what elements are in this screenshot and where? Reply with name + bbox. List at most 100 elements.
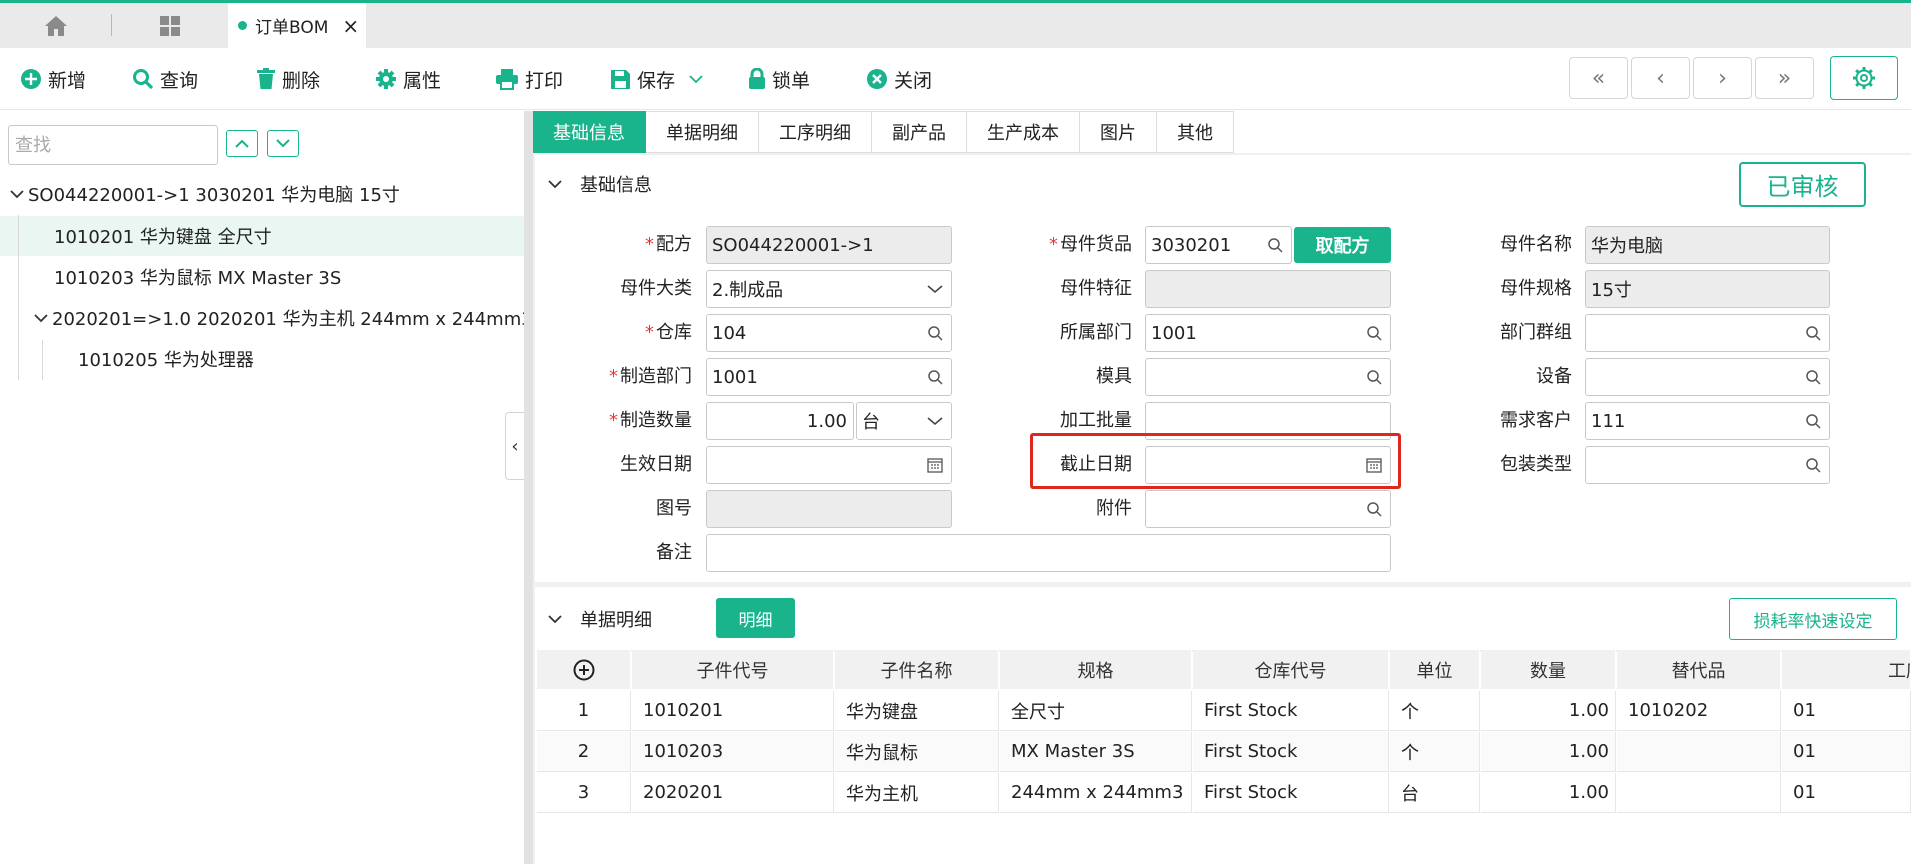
cell-child-code[interactable]: 1010203 xyxy=(632,732,834,772)
collapse-panel-button[interactable]: ‹ xyxy=(505,412,524,480)
lock-button[interactable]: 锁单 xyxy=(748,64,810,94)
tree-node-root[interactable]: SO044220001->1 3030201 华为电脑 15寸 xyxy=(10,173,400,214)
formula-field[interactable]: SO044220001->1 xyxy=(706,226,952,264)
cell-warehouse[interactable]: First Stock xyxy=(1193,773,1389,813)
cell-spec[interactable]: 全尺寸 xyxy=(1000,691,1192,731)
mfg-qty-label: * 制造数量 xyxy=(609,410,692,431)
col-qty[interactable]: 数量 xyxy=(1481,650,1616,689)
cell-process[interactable]: 01 xyxy=(1782,773,1911,813)
cell-child-name[interactable]: 华为鼠标 xyxy=(835,732,999,772)
basic-info-header[interactable]: 基础信息 xyxy=(548,168,652,200)
col-process[interactable]: 工序 xyxy=(1782,650,1911,689)
col-spec[interactable]: 规格 xyxy=(1000,650,1192,689)
last-icon: » xyxy=(1777,65,1792,91)
col-unit[interactable]: 单位 xyxy=(1390,650,1480,689)
tree-node-host[interactable]: 2020201=>1.0 2020201 华为主机 244mm x 244mm3 xyxy=(34,297,533,338)
prev-record-button[interactable]: ‹ xyxy=(1631,57,1690,99)
attachment-field[interactable] xyxy=(1145,490,1391,528)
tab-other[interactable]: 其他 xyxy=(1157,111,1234,153)
cell-child-name[interactable]: 华为主机 xyxy=(835,773,999,813)
home-icon[interactable] xyxy=(36,3,76,48)
cell-child-code[interactable]: 1010201 xyxy=(632,691,834,731)
cell-unit[interactable]: 台 xyxy=(1390,773,1480,813)
lock-label: 锁单 xyxy=(772,69,811,92)
parent-category-select[interactable]: 2.制成品 xyxy=(706,270,952,308)
detail-header[interactable]: 单据明细 xyxy=(548,603,652,635)
close-tab-icon[interactable]: × xyxy=(342,14,359,38)
cell-unit[interactable]: 个 xyxy=(1390,732,1480,772)
cell-spec[interactable]: MX Master 3S xyxy=(1000,732,1192,772)
tab-images[interactable]: 图片 xyxy=(1080,111,1157,153)
warehouse-field[interactable]: 104 xyxy=(706,314,952,352)
move-down-button[interactable] xyxy=(267,130,299,157)
close-button[interactable]: 关闭 xyxy=(866,64,932,94)
mold-field[interactable] xyxy=(1145,358,1391,396)
parent-name-field[interactable]: 华为电脑 xyxy=(1585,226,1830,264)
col-warehouse[interactable]: 仓库代号 xyxy=(1193,650,1389,689)
apps-grid-icon[interactable] xyxy=(150,3,190,48)
tab-process-detail[interactable]: 工序明细 xyxy=(759,111,872,153)
col-child-code[interactable]: 子件代号 xyxy=(632,650,834,689)
gear-icon xyxy=(376,69,396,89)
cell-warehouse[interactable]: First Stock xyxy=(1193,732,1389,772)
parent-name-label: 母件名称 xyxy=(1500,234,1572,255)
col-child-name[interactable]: 子件名称 xyxy=(835,650,999,689)
tab-byproduct[interactable]: 副产品 xyxy=(872,111,967,153)
delete-button[interactable]: 删除 xyxy=(256,64,320,94)
tree-search-input[interactable] xyxy=(8,125,218,165)
add-row-button[interactable] xyxy=(537,650,631,689)
first-record-button[interactable]: « xyxy=(1569,57,1628,99)
equipment-field[interactable] xyxy=(1585,358,1830,396)
last-record-button[interactable]: » xyxy=(1755,57,1814,99)
customer-field[interactable]: 111 xyxy=(1585,402,1830,440)
tab-basic-info[interactable]: 基础信息 xyxy=(533,111,646,153)
save-button[interactable]: 保存 xyxy=(610,64,703,94)
mfg-qty-field[interactable]: 1.00 xyxy=(706,402,854,440)
dept-group-field[interactable] xyxy=(1585,314,1830,352)
tree-node-cpu[interactable]: 1010205 华为处理器 xyxy=(78,338,254,379)
dept-field[interactable]: 1001 xyxy=(1145,314,1391,352)
cell-qty[interactable]: 1.00 xyxy=(1481,691,1616,731)
row-no: 3 xyxy=(537,773,631,813)
fetch-formula-button[interactable]: 取配方 xyxy=(1294,227,1391,263)
tree-node-mouse[interactable]: 1010203 华为鼠标 MX Master 3S xyxy=(54,256,341,297)
effective-date-field[interactable] xyxy=(706,446,952,484)
tab-order-bom[interactable]: 订单BOM × xyxy=(228,3,366,48)
tab-doc-detail[interactable]: 单据明细 xyxy=(646,111,759,153)
tree-node-keyboard[interactable]: 1010201 华为键盘 全尺寸 xyxy=(54,215,272,256)
cell-process[interactable]: 01 xyxy=(1782,732,1911,772)
pack-type-field[interactable] xyxy=(1585,446,1830,484)
parent-feature-field[interactable] xyxy=(1145,270,1391,308)
remark-field[interactable] xyxy=(706,534,1391,572)
properties-button[interactable]: 属性 xyxy=(375,64,441,94)
detail-button[interactable]: 明细 xyxy=(716,598,795,638)
cell-qty[interactable]: 1.00 xyxy=(1481,732,1616,772)
cell-substitute[interactable] xyxy=(1617,732,1781,772)
query-button[interactable]: 查询 xyxy=(132,64,198,94)
cell-child-name[interactable]: 华为键盘 xyxy=(835,691,999,731)
cell-unit[interactable]: 个 xyxy=(1390,691,1480,731)
move-up-button[interactable] xyxy=(226,130,258,157)
print-button[interactable]: 打印 xyxy=(495,64,563,94)
unit-select[interactable]: 台 xyxy=(856,402,952,440)
new-button[interactable]: 新增 xyxy=(20,64,86,94)
cell-warehouse[interactable]: First Stock xyxy=(1193,691,1389,731)
col-substitute[interactable]: 替代品 xyxy=(1617,650,1781,689)
panel-divider[interactable] xyxy=(524,111,533,864)
chevron-down-icon xyxy=(689,75,703,84)
chevron-down-icon xyxy=(548,615,562,624)
loss-rate-setting-button[interactable]: 损耗率快速设定 xyxy=(1729,598,1897,640)
drawing-no-field[interactable] xyxy=(706,490,952,528)
cell-substitute[interactable]: 1010202 xyxy=(1617,691,1781,731)
tab-production-cost[interactable]: 生产成本 xyxy=(967,111,1080,153)
cell-substitute[interactable] xyxy=(1617,773,1781,813)
cell-process[interactable]: 01 xyxy=(1782,691,1911,731)
next-record-button[interactable]: › xyxy=(1693,57,1752,99)
parent-spec-field[interactable]: 15寸 xyxy=(1585,270,1830,308)
settings-button[interactable] xyxy=(1830,56,1898,100)
mfg-dept-field[interactable]: 1001 xyxy=(706,358,952,396)
cell-qty[interactable]: 1.00 xyxy=(1481,773,1616,813)
cell-spec[interactable]: 244mm x 244mm3 xyxy=(1000,773,1192,813)
cell-child-code[interactable]: 2020201 xyxy=(632,773,834,813)
parent-goods-field[interactable]: 3030201 xyxy=(1145,226,1292,264)
